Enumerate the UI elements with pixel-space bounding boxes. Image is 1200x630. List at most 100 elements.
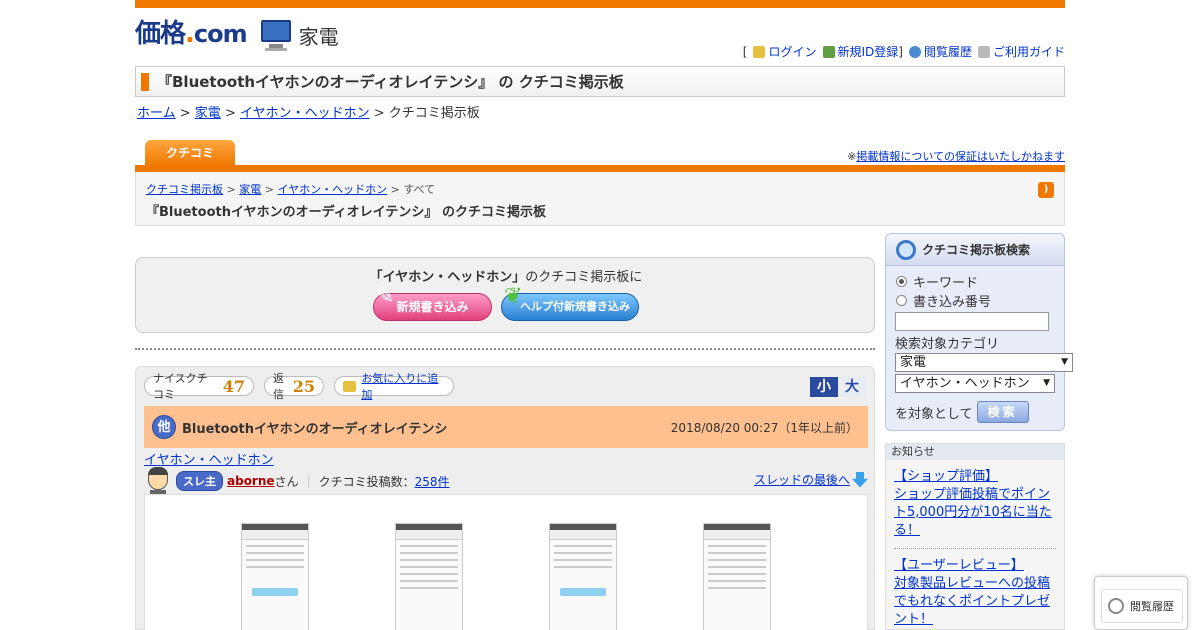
attached-image-4[interactable]	[703, 523, 771, 630]
help-post-button[interactable]: ❦ ヘルプ付新規書き込み	[501, 284, 639, 321]
author-suffix: さん	[274, 474, 299, 489]
board-subheader: クチコミ掲示板 > 家電 > イヤホン・ヘッドホン > すべて 『Bluetoo…	[135, 172, 1065, 226]
tab-row: クチコミ ※掲載情報についての保証はいたしかねます	[135, 140, 1065, 172]
go-to-last-link[interactable]: スレッドの最後へ	[754, 471, 850, 488]
top-accent-bar	[135, 0, 1065, 8]
page: 価格.com 家電 [ ログイン 新規ID登録 ] 閲覧履歴 ご利用ガイド 『B…	[0, 0, 1200, 630]
folder-icon	[343, 380, 357, 392]
author-row: スレ主 aborne さん | クチコミ投稿数：258件 スレッドの最後へ	[144, 466, 868, 496]
reply-count-pill: 返信 25	[264, 372, 324, 401]
clock-icon	[908, 45, 921, 58]
arrow-down-icon	[852, 471, 868, 488]
guide-link[interactable]: ご利用ガイド	[977, 43, 1065, 60]
magnifier-icon	[896, 239, 916, 260]
thread-starter-badge: スレ主	[176, 471, 223, 491]
guide-link-text[interactable]: ご利用ガイド	[993, 43, 1065, 60]
news-item-2-title[interactable]: 【ユーザーレビュー】	[894, 558, 1024, 573]
board-search-title: クチコミ掲示板検索	[922, 243, 1031, 257]
breadcrumb-home[interactable]: ホーム	[137, 106, 176, 121]
avatar	[144, 466, 172, 496]
user-add-icon	[822, 45, 835, 58]
kakaku-logo-text: 価格.com	[135, 18, 248, 50]
search-target-label: を対象として	[895, 406, 973, 422]
logo-dot: .	[185, 19, 195, 49]
news-item-user-review[interactable]: 【ユーザーレビュー】対象製品レビューへの投稿でもれなくポイントプレゼント！	[894, 557, 1056, 630]
floating-history-label: 閲覧履歴	[1130, 600, 1174, 613]
post-count-link[interactable]: 258件	[415, 475, 450, 489]
news-item-2-body[interactable]: 対象製品レビューへの投稿でもれなくポイントプレゼント！	[894, 576, 1050, 627]
breadcrumb-category[interactable]: イヤホン・ヘッドホン	[240, 106, 370, 121]
history-icon	[1108, 598, 1124, 614]
board-crumb-sep: >	[261, 183, 278, 196]
category-select-2[interactable]: イヤホン・ヘッドホン ▼	[895, 374, 1055, 393]
author-separator: |	[306, 474, 311, 488]
reply-label: 返信	[273, 372, 284, 401]
board-crumb-category[interactable]: イヤホン・ヘッドホン	[277, 183, 387, 196]
category-select-1-value: 家電	[900, 355, 927, 370]
category-select-1[interactable]: 家電 ▼	[895, 353, 1073, 372]
favorite-link[interactable]: お気に入りに追加	[361, 370, 445, 402]
thread-title: Bluetoothイヤホンのオーディオレイテンシ	[182, 421, 448, 437]
attached-image-2[interactable]	[395, 523, 463, 630]
favorite-pill[interactable]: お気に入りに追加	[334, 372, 454, 401]
page-title: 『Bluetoothイヤホンのオーディオレイテンシ』 の クチコミ掲示板	[157, 73, 624, 91]
attached-image-3[interactable]	[549, 523, 617, 630]
board-crumb-sep: >	[223, 183, 240, 196]
thread-header: 他 Bluetoothイヤホンのオーディオレイテンシ 2018/08/20 00…	[144, 406, 868, 448]
go-to-last[interactable]: スレッドの最後へ	[754, 471, 868, 488]
floating-history-inner[interactable]: 閲覧履歴	[1101, 589, 1183, 623]
thread-date: 2018/08/20 00:27（1年以上前）	[670, 421, 858, 435]
board-breadcrumb: クチコミ掲示板 > 家電 > イヤホン・ヘッドホン > すべて	[146, 181, 435, 197]
tab-underline	[135, 165, 1065, 172]
logo-category: 家電	[298, 25, 339, 49]
post-lead-suffix: のクチコミ掲示板に	[525, 270, 643, 285]
board-crumb-board[interactable]: クチコミ掲示板	[146, 183, 223, 196]
news-item-shop-review[interactable]: 【ショップ評価】ショップ評価投稿でポイント5,000円分が10名に当たる！	[894, 468, 1056, 549]
search-button[interactable]: 検索	[976, 401, 1029, 423]
board-crumb-all: すべて	[403, 183, 436, 196]
author-name[interactable]: aborne	[227, 474, 275, 488]
help-post-label: ヘルプ付新規書き込み	[520, 300, 630, 313]
site-logo[interactable]: 価格.com 家電	[135, 18, 339, 58]
board-search-header: クチコミ掲示板検索	[886, 234, 1064, 266]
other-badge: 他	[152, 415, 176, 439]
disclaimer-link[interactable]: 掲載情報についての保証はいたしかねます	[856, 150, 1065, 163]
board-crumb-kaden[interactable]: 家電	[239, 183, 261, 196]
nice-label: ナイスクチコミ	[153, 372, 208, 401]
register-link[interactable]: 新規ID登録	[822, 43, 899, 60]
dotted-divider	[135, 348, 875, 350]
news-panel: お知らせ 【ショップ評価】 ショップ評価投稿でポイント5,000円分が10名に当た…	[885, 443, 1065, 630]
news-item-1-body[interactable]: ショップ評価投稿でポイント5,000円分が10名に当たる！	[894, 487, 1052, 538]
attached-image-1[interactable]	[241, 523, 309, 630]
breadcrumb: ホーム > 家電 > イヤホン・ヘッドホン > クチコミ掲示板	[137, 102, 480, 121]
radio-post-number[interactable]: 書き込み番号	[896, 291, 1064, 310]
thread-panel: ナイスクチコミ 47 返信 25 お気に入りに追加 小 大 他 Bluetoothイ…	[135, 366, 875, 630]
search-keyword-input[interactable]	[895, 312, 1049, 331]
radio-post-number-circle[interactable]	[896, 295, 907, 306]
rss-icon[interactable]: )	[1038, 182, 1054, 198]
breadcrumb-current: クチコミ掲示板	[388, 106, 480, 121]
new-post-label: 新規書き込み	[396, 300, 469, 314]
title-marker	[141, 72, 149, 91]
breadcrumb-sep: >	[175, 106, 195, 121]
floating-history-button[interactable]: 閲覧履歴	[1094, 576, 1188, 630]
pc-icon	[259, 18, 295, 54]
text-size-small-button[interactable]: 小	[810, 377, 838, 397]
history-link-text[interactable]: 閲覧履歴	[924, 43, 972, 60]
tab-kuchikomi[interactable]: クチコミ	[145, 140, 235, 166]
login-link-text[interactable]: ログイン	[768, 43, 816, 60]
attached-images	[144, 494, 868, 630]
breadcrumb-kaden[interactable]: 家電	[195, 106, 221, 121]
login-link[interactable]: ログイン	[753, 43, 817, 60]
nice-count: 47	[222, 376, 245, 396]
radio-keyword[interactable]: キーワード	[896, 272, 1064, 291]
register-link-text[interactable]: 新規ID登録	[838, 43, 899, 60]
radio-keyword-circle[interactable]	[896, 276, 907, 287]
news-item-1-title[interactable]: 【ショップ評価】	[894, 469, 998, 484]
text-size-large-button[interactable]: 大	[838, 377, 866, 397]
history-link[interactable]: 閲覧履歴	[908, 43, 972, 60]
nice-count-pill: ナイスクチコミ 47	[144, 372, 254, 401]
search-category-label: 検索対象カテゴリ	[895, 337, 1000, 352]
new-post-button[interactable]: ✎ 新規書き込み	[373, 284, 492, 321]
new-post-box: 「イヤホン・ヘッドホン」のクチコミ掲示板に ✎ 新規書き込み ❦ ヘルプ付新規書き込…	[135, 257, 875, 333]
